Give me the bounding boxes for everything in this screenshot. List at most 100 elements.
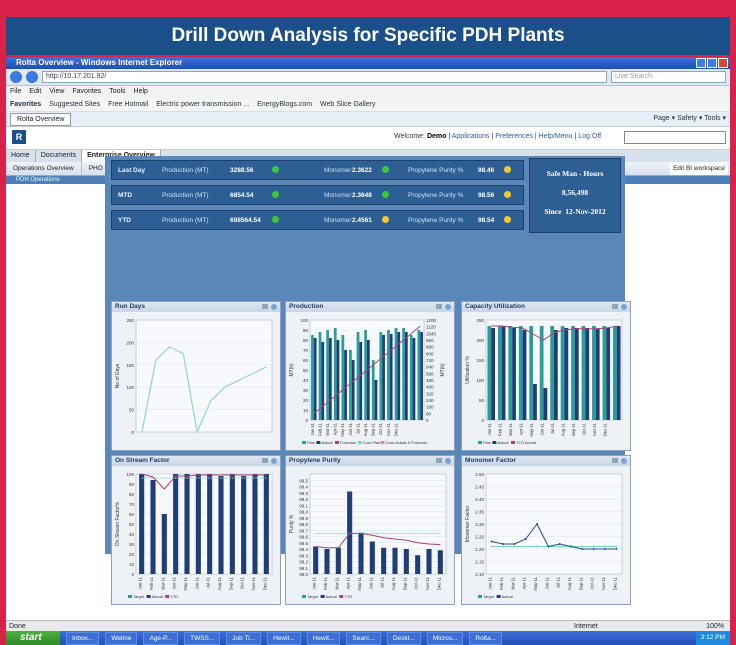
favorites-button[interactable]: Favorites bbox=[10, 98, 41, 111]
bar-actual[interactable] bbox=[437, 550, 443, 574]
bar-actual[interactable] bbox=[173, 474, 179, 574]
bar-plan[interactable] bbox=[341, 335, 345, 420]
bar-actual[interactable] bbox=[405, 332, 408, 420]
bar-actual[interactable] bbox=[218, 476, 224, 574]
bar-actual[interactable] bbox=[229, 474, 235, 574]
bar-plan[interactable] bbox=[487, 326, 492, 420]
bar-plan[interactable] bbox=[497, 326, 502, 420]
bar-actual[interactable] bbox=[358, 532, 364, 574]
point-target[interactable] bbox=[581, 545, 584, 548]
bar-actual[interactable] bbox=[344, 350, 347, 420]
bar-plan[interactable] bbox=[602, 326, 607, 420]
bar-actual[interactable] bbox=[381, 547, 387, 574]
bar-actual[interactable] bbox=[369, 541, 375, 575]
table-view-icon[interactable] bbox=[612, 304, 618, 309]
bar-plan[interactable] bbox=[402, 328, 405, 420]
taskbar-item[interactable]: Hewit... bbox=[306, 631, 341, 645]
bar-actual[interactable] bbox=[313, 546, 319, 575]
point-target[interactable] bbox=[592, 545, 595, 548]
bar-actual[interactable] bbox=[595, 328, 600, 420]
bar-plan[interactable] bbox=[394, 328, 398, 420]
bar-plan[interactable] bbox=[364, 330, 367, 420]
bar-plan[interactable] bbox=[508, 326, 513, 420]
bar-actual[interactable] bbox=[252, 474, 258, 574]
favorite-link[interactable]: Web Slice Gallery bbox=[320, 98, 376, 111]
table-view-icon[interactable] bbox=[436, 458, 442, 463]
bar-actual[interactable] bbox=[313, 338, 317, 420]
taskbar-item[interactable]: Micros... bbox=[426, 631, 464, 645]
menu-edit[interactable]: Edit bbox=[29, 86, 41, 98]
point-target[interactable] bbox=[536, 545, 538, 548]
bar-actual[interactable] bbox=[359, 342, 363, 420]
app-search-input[interactable] bbox=[624, 131, 726, 144]
bar-plan[interactable] bbox=[613, 326, 617, 420]
bar-actual[interactable] bbox=[415, 555, 421, 574]
search-input[interactable]: Live Search bbox=[611, 71, 726, 83]
bar-actual[interactable] bbox=[585, 328, 590, 420]
bar-actual[interactable] bbox=[207, 474, 213, 574]
refresh-icon[interactable] bbox=[271, 304, 277, 310]
bar-actual[interactable] bbox=[329, 338, 332, 420]
point-target[interactable] bbox=[615, 545, 618, 548]
bar-actual[interactable] bbox=[522, 330, 527, 420]
bar-actual[interactable] bbox=[491, 328, 495, 420]
menu-file[interactable]: File bbox=[10, 86, 21, 98]
start-button[interactable]: start bbox=[6, 631, 60, 645]
bar-actual[interactable] bbox=[512, 328, 516, 420]
link-applications[interactable]: Applications bbox=[452, 133, 490, 140]
menu-help[interactable]: Help bbox=[134, 86, 148, 98]
bar-actual[interactable] bbox=[150, 480, 156, 574]
tab-home[interactable]: Home bbox=[6, 150, 36, 162]
point-target[interactable] bbox=[490, 545, 493, 548]
point-actual[interactable] bbox=[615, 548, 618, 550]
bar-actual[interactable] bbox=[616, 326, 621, 420]
taskbar-item[interactable]: Hewit... bbox=[267, 631, 301, 645]
bar-actual[interactable] bbox=[420, 332, 423, 420]
bar-actual[interactable] bbox=[374, 380, 378, 420]
refresh-icon[interactable] bbox=[445, 458, 451, 464]
menu-tools[interactable]: Tools bbox=[109, 86, 125, 98]
menu-favorites[interactable]: Favorites bbox=[72, 86, 101, 98]
table-view-icon[interactable] bbox=[612, 458, 618, 463]
refresh-icon[interactable] bbox=[271, 458, 277, 464]
link-preferences[interactable]: Preferences bbox=[495, 133, 533, 140]
table-view-icon[interactable] bbox=[436, 304, 442, 309]
bar-actual[interactable] bbox=[367, 340, 370, 420]
point-target[interactable] bbox=[524, 545, 527, 548]
point-target[interactable] bbox=[604, 545, 606, 548]
taskbar-item[interactable]: Inbox... bbox=[66, 631, 100, 645]
link-logoff[interactable]: Log Off bbox=[578, 133, 601, 140]
point-actual[interactable] bbox=[604, 548, 606, 550]
taskbar-item[interactable]: Searc... bbox=[346, 631, 381, 645]
menu-view[interactable]: View bbox=[49, 86, 64, 98]
bar-actual[interactable] bbox=[347, 491, 353, 575]
refresh-icon[interactable] bbox=[621, 458, 627, 464]
bar-actual[interactable] bbox=[389, 334, 393, 420]
address-input[interactable]: http://10.17.201.92/ bbox=[42, 71, 607, 83]
back-icon[interactable] bbox=[10, 71, 22, 83]
bar-plan[interactable] bbox=[581, 326, 586, 420]
bar-actual[interactable] bbox=[336, 340, 340, 420]
point-actual[interactable] bbox=[570, 545, 572, 548]
bar-plan[interactable] bbox=[417, 330, 421, 420]
bar-actual[interactable] bbox=[543, 388, 548, 420]
bar-plan[interactable] bbox=[409, 335, 413, 420]
bar-plan[interactable] bbox=[518, 326, 523, 420]
bar-plan[interactable] bbox=[560, 326, 565, 420]
bar-actual[interactable] bbox=[263, 474, 269, 574]
bar-actual[interactable] bbox=[195, 474, 201, 574]
table-view-icon[interactable] bbox=[262, 304, 268, 309]
point-actual[interactable] bbox=[490, 540, 493, 543]
bar-plan[interactable] bbox=[571, 326, 575, 420]
bar-actual[interactable] bbox=[574, 328, 579, 420]
bar-actual[interactable] bbox=[412, 338, 416, 420]
point-actual[interactable] bbox=[502, 543, 504, 545]
link-help[interactable]: Help/Menu bbox=[539, 133, 573, 140]
refresh-icon[interactable] bbox=[621, 304, 627, 310]
bar-actual[interactable] bbox=[335, 547, 341, 574]
bar-actual[interactable] bbox=[403, 549, 409, 574]
bar-actual[interactable] bbox=[392, 547, 398, 574]
subnav-operations-overview[interactable]: Operations Overview bbox=[6, 162, 82, 175]
favorite-link[interactable]: Free Hotmail bbox=[108, 98, 148, 111]
ie-tools-menu[interactable]: Page ▾ Safety ▾ Tools ▾ bbox=[653, 112, 726, 126]
